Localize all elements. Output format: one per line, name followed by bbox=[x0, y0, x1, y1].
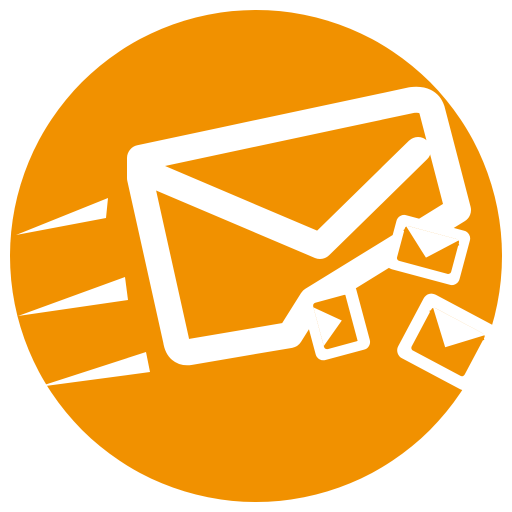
email-logo bbox=[0, 0, 512, 512]
mass-email-send-icon bbox=[10, 10, 502, 502]
